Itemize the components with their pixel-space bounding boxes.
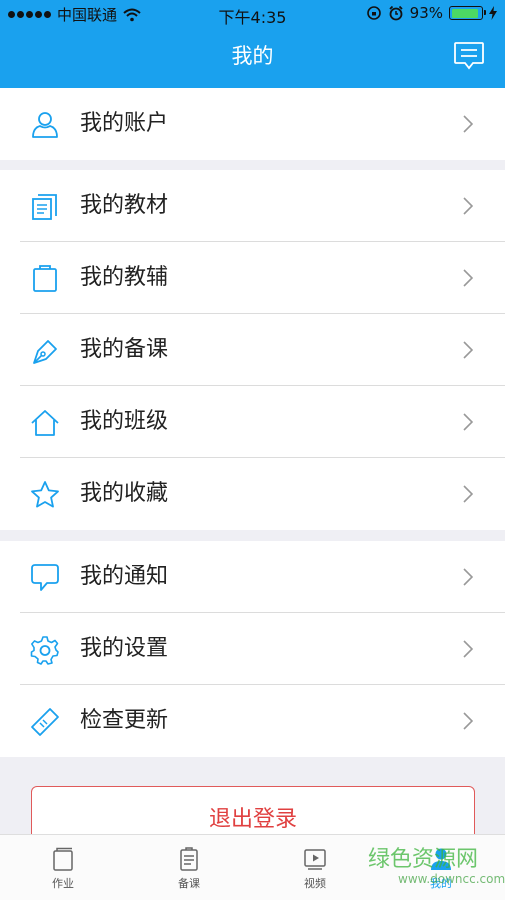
clipboard-icon [33,265,57,292]
watermark: 绿色资源网 www.downcc.com [368,847,505,892]
menu-item-label: 我的班级 [80,409,169,434]
menu-item-check-update[interactable]: 检查更新 [0,685,505,757]
menu-item-label: 我的备课 [80,337,169,362]
menu-item-label: 检查更新 [80,708,169,733]
chevron-right-icon [463,413,473,431]
menu-item-label: 我的通知 [80,564,169,589]
tab-label: 作业 [52,877,74,890]
menu-item-label: 我的教材 [80,193,169,218]
tab-label: 视频 [304,877,326,890]
message-icon[interactable] [453,41,485,71]
chevron-right-icon [463,568,473,586]
tab-lesson-prep[interactable]: 备课 [126,835,252,900]
chevron-right-icon [463,485,473,503]
menu-group-system: 我的通知 我的设置 检查更新 [0,541,505,757]
document-icon [180,847,198,871]
menu-item-label: 我的账户 [80,111,169,136]
status-bar: 中国联通 下午4:35 93% [0,0,505,28]
chevron-right-icon [463,269,473,287]
star-icon [31,481,59,508]
menu-item-label: 我的收藏 [80,481,169,506]
menu-item-lesson-prep[interactable]: 我的备课 [0,314,505,386]
home-icon [31,410,59,436]
book-icon [53,847,73,871]
chat-bubble-icon [31,564,59,591]
rotation-lock-icon [366,6,381,20]
status-right: 93% [366,4,497,22]
chevron-right-icon [463,712,473,730]
pen-icon [33,340,57,364]
alarm-icon [389,5,403,21]
charging-icon [489,6,497,20]
user-icon [32,112,58,138]
watermark-subtitle: www.downcc.com [398,872,505,886]
menu-item-label: 我的设置 [80,636,169,661]
menu-item-account[interactable]: 我的账户 [0,88,505,160]
chevron-right-icon [463,115,473,133]
battery-icon [449,6,486,20]
menu-item-favorites[interactable]: 我的收藏 [0,458,505,530]
menu-item-workbook[interactable]: 我的教辅 [0,242,505,314]
menu-item-settings[interactable]: 我的设置 [0,613,505,685]
menu-group-account: 我的账户 [0,88,505,160]
textbook-icon [32,194,57,220]
page-title: 我的 [231,44,274,68]
tag-icon [31,708,59,736]
battery-percent: 93% [409,4,443,22]
watermark-title: 绿色资源网 [368,847,479,872]
tab-homework[interactable]: 作业 [0,835,126,900]
chevron-right-icon [463,197,473,215]
menu-group-teaching: 我的教材 我的教辅 我的备课 我的班级 我的收藏 [0,170,505,530]
gear-icon [30,636,59,665]
menu-item-notifications[interactable]: 我的通知 [0,541,505,613]
tab-video[interactable]: 视频 [252,835,378,900]
menu-item-class[interactable]: 我的班级 [0,386,505,458]
top-bar: 中国联通 下午4:35 93% 我的 [0,0,505,88]
menu-item-label: 我的教辅 [80,265,169,290]
video-icon [304,849,326,870]
tab-label: 备课 [178,877,200,890]
chevron-right-icon [463,640,473,658]
chevron-right-icon [463,341,473,359]
menu-item-textbook[interactable]: 我的教材 [0,170,505,242]
battery-fill [451,8,479,18]
